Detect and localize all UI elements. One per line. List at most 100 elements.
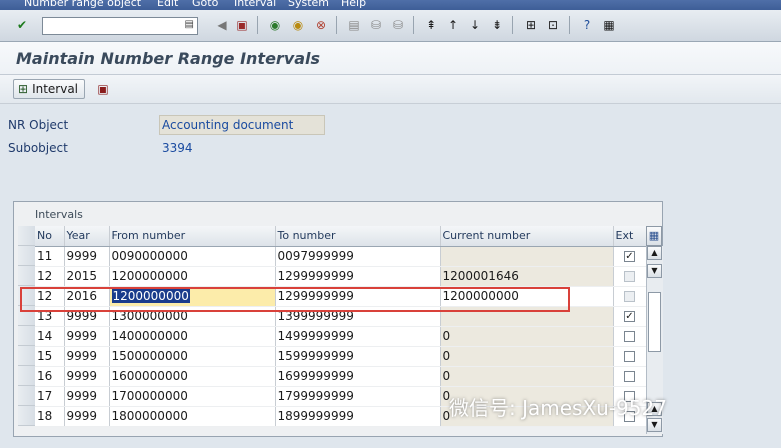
subobject-label: Subobject [8,141,68,155]
ext-checkbox [624,291,635,302]
ext-checkbox[interactable] [624,371,635,382]
row-selector[interactable] [18,246,35,266]
row-selector[interactable] [18,326,35,346]
col-header-no[interactable]: No [35,226,65,247]
menu-goto[interactable]: Goto [192,0,218,9]
cell-year: 2015 [64,266,110,287]
cell-current-number: 0 [440,346,614,367]
row-selector[interactable] [18,406,35,426]
table-caption: Intervals [35,208,83,221]
print-icon[interactable]: ▤ [346,17,362,33]
cell-from-number[interactable]: 1600000000 [109,366,276,387]
menu-number-range-object[interactable]: Number range object [24,0,141,9]
back-icon[interactable]: ◉ [267,17,283,33]
cell-from-number[interactable]: 1800000000 [109,406,276,427]
ext-checkbox[interactable] [624,351,635,362]
help-icon[interactable]: ? [579,17,595,33]
page-title: Maintain Number Range Intervals [16,49,321,68]
col-header-to-number[interactable]: To number [275,226,441,247]
interval-button[interactable]: ⊞ Interval [13,79,86,99]
exit-icon[interactable]: ◉ [290,17,306,33]
ext-checkbox[interactable]: ✓ [624,311,635,322]
next-page-icon[interactable]: ↓ [467,17,483,33]
cell-from-number[interactable]: 1200000000 [109,266,276,287]
row-selector[interactable] [18,366,35,386]
shortcut-icon[interactable]: ⊡ [545,17,561,33]
cell-no: 16 [35,366,65,387]
cell-year: 9999 [64,346,110,367]
menu-bar: Number range object Edit Goto Interval S… [0,0,781,10]
menu-system[interactable]: System [288,0,329,9]
col-header-current-number[interactable]: Current number [440,226,614,247]
save-icon[interactable]: ▣ [234,17,250,33]
cell-from-number[interactable]: 0090000000 [109,246,276,267]
cell-year: 9999 [64,326,110,347]
col-header-year[interactable]: Year [64,226,110,247]
find-icon[interactable]: ⛁ [368,17,384,33]
find-next-icon[interactable]: ⛁ [390,17,406,33]
standard-toolbar: ✔ ▤ ◀ ▣ ◉ ◉ ⊗ ▤ ⛁ ⛁ ⇞ ↑ ↓ ⇟ ⊞ ⊡ ? ▦ [0,10,781,42]
cell-current-number [440,246,614,267]
table-row: 12 2015 1200000000 1299999999 1200001646 [35,266,647,287]
scroll-page-down-icon[interactable]: ▼ [647,264,662,278]
menu-help[interactable]: Help [341,0,366,9]
cell-current-number: 0 [440,326,614,347]
scroll-thumb[interactable] [648,292,661,352]
cell-from-number[interactable]: 1400000000 [109,326,276,347]
title-bar: Maintain Number Range Intervals [0,42,781,75]
cell-to-number[interactable]: 1699999999 [275,366,441,387]
row-selector-column [18,226,35,426]
cell-to-number[interactable]: 1899999999 [275,406,441,427]
previous-page-icon[interactable]: ↑ [445,17,461,33]
command-history-icon[interactable]: ▤ [185,19,194,30]
cell-to-number[interactable]: 0097999999 [275,246,441,267]
cell-year: 9999 [64,246,110,267]
history-back-icon[interactable]: ◀ [214,17,230,33]
cell-year: 9999 [64,386,110,407]
last-page-icon[interactable]: ⇟ [489,17,505,33]
layout-menu-icon[interactable]: ▦ [601,17,617,33]
first-page-icon[interactable]: ⇞ [423,17,439,33]
delete-interval-icon[interactable]: ▣ [93,79,113,99]
table-row: 15 9999 1500000000 1599999999 0 [35,346,647,367]
nr-object-label: NR Object [8,118,69,132]
col-header-ext[interactable]: Ext [613,226,647,247]
table-row: 16 9999 1600000000 1699999999 0 [35,366,647,387]
select-all-button[interactable] [18,226,35,246]
cell-current-number: 0 [440,366,614,387]
cell-year: 9999 [64,406,110,427]
ext-checkbox[interactable] [624,331,635,342]
row-selector[interactable] [18,266,35,286]
menu-interval[interactable]: Interval [234,0,276,9]
cell-from-number[interactable]: 1700000000 [109,386,276,407]
enter-check-icon[interactable]: ✔ [14,17,30,33]
command-field[interactable]: ▤ [42,17,198,35]
ext-checkbox [624,271,635,282]
cell-to-number[interactable]: 1299999999 [275,266,441,287]
command-input[interactable] [45,19,184,35]
table-row: 14 9999 1400000000 1499999999 0 [35,326,647,347]
cell-no: 14 [35,326,65,347]
ext-checkbox[interactable]: ✓ [624,251,635,262]
cell-to-number[interactable]: 1799999999 [275,386,441,407]
menu-edit[interactable]: Edit [157,0,178,9]
scroll-up-icon[interactable]: ▲ [647,246,662,260]
nr-object-value: Accounting document [162,118,294,132]
cell-year: 9999 [64,366,110,387]
cell-no: 15 [35,346,65,367]
table-settings-icon[interactable]: ▦ [646,226,662,246]
cancel-icon[interactable]: ⊗ [313,17,329,33]
cell-no: 17 [35,386,65,407]
new-session-icon[interactable]: ⊞ [523,17,539,33]
cell-no: 12 [35,266,65,287]
row-selector[interactable] [18,386,35,406]
cell-no: 18 [35,406,65,427]
add-interval-icon: ⊞ [18,82,29,96]
cell-to-number[interactable]: 1499999999 [275,326,441,347]
highlight-annotation [20,287,570,312]
row-selector[interactable] [18,346,35,366]
cell-from-number[interactable]: 1500000000 [109,346,276,367]
cell-to-number[interactable]: 1599999999 [275,346,441,367]
interval-button-label: Interval [32,82,79,96]
col-header-from-number[interactable]: From number [109,226,276,247]
